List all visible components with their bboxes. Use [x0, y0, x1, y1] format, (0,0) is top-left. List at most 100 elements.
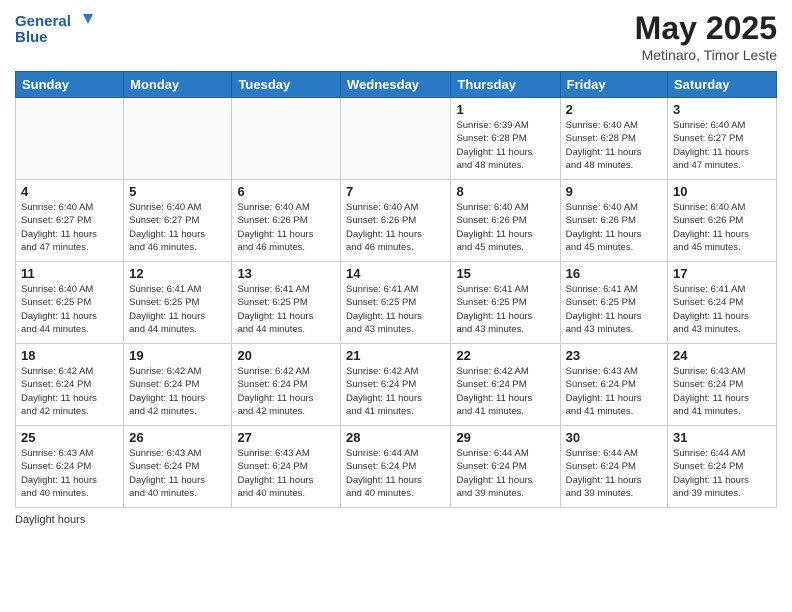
day-number: 14	[346, 266, 445, 281]
calendar-week-3: 11Sunrise: 6:40 AM Sunset: 6:25 PM Dayli…	[16, 262, 777, 344]
calendar-cell: 7 Sunrise: 6:40 AM Sunset: 6:26 PM Daylig…	[341, 180, 451, 262]
day-number: 6	[237, 184, 335, 199]
calendar-cell: 27Sunrise: 6:43 AM Sunset: 6:24 PM Dayli…	[232, 426, 341, 508]
day-info: Sunrise: 6:41 AM Sunset: 6:25 PM Dayligh…	[346, 283, 445, 336]
col-sunday: Sunday	[16, 72, 124, 98]
day-number: 19	[129, 348, 226, 363]
svg-text:General: General	[15, 13, 71, 30]
day-info: Sunrise: 6:43 AM Sunset: 6:24 PM Dayligh…	[129, 447, 226, 500]
day-info: Sunrise: 6:40 AM Sunset: 6:26 PM Dayligh…	[673, 201, 771, 254]
day-number: 4	[21, 184, 118, 199]
day-info: Sunrise: 6:42 AM Sunset: 6:24 PM Dayligh…	[129, 365, 226, 418]
day-info: Sunrise: 6:40 AM Sunset: 6:28 PM Dayligh…	[566, 119, 662, 172]
day-number: 12	[129, 266, 226, 281]
calendar-cell: 31 Sunrise: 6:44 AM Sunset: 6:24 PM Dayli…	[668, 426, 777, 508]
calendar-cell: 4Sunrise: 6:40 AM Sunset: 6:27 PM Daylig…	[16, 180, 124, 262]
day-info: Sunrise: 6:43 AM Sunset: 6:24 PM Dayligh…	[21, 447, 118, 500]
svg-text:Blue: Blue	[15, 29, 48, 46]
day-info: Sunrise: 6:41 AM Sunset: 6:25 PM Dayligh…	[129, 283, 226, 336]
main-title: May 2025	[635, 10, 777, 47]
day-info: Sunrise: 6:44 AM Sunset: 6:24 PM Dayligh…	[673, 447, 771, 500]
calendar-cell: 30 Sunrise: 6:44 AM Sunset: 6:24 PM Dayli…	[560, 426, 667, 508]
calendar-week-5: 25 Sunrise: 6:43 AM Sunset: 6:24 PM Dayli…	[16, 426, 777, 508]
calendar-cell: 18 Sunrise: 6:42 AM Sunset: 6:24 PM Dayli…	[16, 344, 124, 426]
col-thursday: Thursday	[451, 72, 560, 98]
day-info: Sunrise: 6:41 AM Sunset: 6:25 PM Dayligh…	[237, 283, 335, 336]
day-info: Sunrise: 6:42 AM Sunset: 6:24 PM Dayligh…	[456, 365, 554, 418]
day-info: Sunrise: 6:41 AM Sunset: 6:25 PM Dayligh…	[456, 283, 554, 336]
day-info: Sunrise: 6:40 AM Sunset: 6:27 PM Dayligh…	[673, 119, 771, 172]
calendar-header-row: Sunday Monday Tuesday Wednesday Thursday…	[16, 72, 777, 98]
logo: General Blue	[15, 10, 95, 52]
day-info: Sunrise: 6:40 AM Sunset: 6:26 PM Dayligh…	[346, 201, 445, 254]
day-info: Sunrise: 6:42 AM Sunset: 6:24 PM Dayligh…	[346, 365, 445, 418]
page: General Blue May 2025 Metinaro, Timor Le…	[0, 0, 792, 612]
day-info: Sunrise: 6:43 AM Sunset: 6:24 PM Dayligh…	[673, 365, 771, 418]
day-number: 18	[21, 348, 118, 363]
calendar-cell: 26 Sunrise: 6:43 AM Sunset: 6:24 PM Dayli…	[124, 426, 232, 508]
day-info: Sunrise: 6:44 AM Sunset: 6:24 PM Dayligh…	[456, 447, 554, 500]
col-tuesday: Tuesday	[232, 72, 341, 98]
day-info: Sunrise: 6:42 AM Sunset: 6:24 PM Dayligh…	[237, 365, 335, 418]
day-info: Sunrise: 6:40 AM Sunset: 6:26 PM Dayligh…	[237, 201, 335, 254]
day-number: 7	[346, 184, 445, 199]
calendar-week-4: 18 Sunrise: 6:42 AM Sunset: 6:24 PM Dayli…	[16, 344, 777, 426]
calendar-cell: 24Sunrise: 6:43 AM Sunset: 6:24 PM Dayli…	[668, 344, 777, 426]
day-number: 23	[566, 348, 662, 363]
title-block: May 2025 Metinaro, Timor Leste	[635, 10, 777, 63]
calendar-cell: 2 Sunrise: 6:40 AM Sunset: 6:28 PM Daylig…	[560, 98, 667, 180]
day-number: 29	[456, 430, 554, 445]
day-info: Sunrise: 6:42 AM Sunset: 6:24 PM Dayligh…	[21, 365, 118, 418]
day-number: 28	[346, 430, 445, 445]
col-friday: Friday	[560, 72, 667, 98]
day-info: Sunrise: 6:44 AM Sunset: 6:24 PM Dayligh…	[346, 447, 445, 500]
calendar-cell: 17Sunrise: 6:41 AM Sunset: 6:24 PM Dayli…	[668, 262, 777, 344]
calendar-week-2: 4 Sunrise: 6:40 AM Sunset: 6:27 PM Daylig…	[16, 180, 777, 262]
calendar: Sunday Monday Tuesday Wednesday Thursday…	[15, 71, 777, 508]
calendar-cell: 8Sunrise: 6:40 AM Sunset: 6:26 PM Daylig…	[451, 180, 560, 262]
day-info: Sunrise: 6:43 AM Sunset: 6:24 PM Dayligh…	[237, 447, 335, 500]
day-number: 10	[673, 184, 771, 199]
day-number: 1	[456, 102, 554, 117]
calendar-cell: 1 Sunrise: 6:39 AM Sunset: 6:28 PM Daylig…	[451, 98, 560, 180]
calendar-cell: 20 Sunrise: 6:42 AM Sunset: 6:24 PM Dayli…	[232, 344, 341, 426]
day-number: 21	[346, 348, 445, 363]
calendar-cell: 5Sunrise: 6:40 AM Sunset: 6:27 PM Daylig…	[124, 180, 232, 262]
day-number: 16	[566, 266, 662, 281]
calendar-cell: 22 Sunrise: 6:42 AM Sunset: 6:24 PM Dayli…	[451, 344, 560, 426]
day-number: 26	[129, 430, 226, 445]
subtitle: Metinaro, Timor Leste	[635, 47, 777, 63]
day-number: 13	[237, 266, 335, 281]
day-info: Sunrise: 6:40 AM Sunset: 6:27 PM Dayligh…	[129, 201, 226, 254]
day-number: 30	[566, 430, 662, 445]
day-number: 31	[673, 430, 771, 445]
day-number: 22	[456, 348, 554, 363]
header: General Blue May 2025 Metinaro, Timor Le…	[15, 10, 777, 63]
calendar-cell	[16, 98, 124, 180]
calendar-week-1: 1 Sunrise: 6:39 AM Sunset: 6:28 PM Daylig…	[16, 98, 777, 180]
day-info: Sunrise: 6:44 AM Sunset: 6:24 PM Dayligh…	[566, 447, 662, 500]
calendar-cell: 12 Sunrise: 6:41 AM Sunset: 6:25 PM Dayli…	[124, 262, 232, 344]
calendar-cell	[124, 98, 232, 180]
day-info: Sunrise: 6:41 AM Sunset: 6:24 PM Dayligh…	[673, 283, 771, 336]
calendar-cell: 10 Sunrise: 6:40 AM Sunset: 6:26 PM Dayli…	[668, 180, 777, 262]
day-number: 9	[566, 184, 662, 199]
calendar-cell: 25 Sunrise: 6:43 AM Sunset: 6:24 PM Dayli…	[16, 426, 124, 508]
calendar-cell	[341, 98, 451, 180]
day-number: 8	[456, 184, 554, 199]
day-number: 25	[21, 430, 118, 445]
calendar-cell: 13 Sunrise: 6:41 AM Sunset: 6:25 PM Dayli…	[232, 262, 341, 344]
calendar-cell: 19 Sunrise: 6:42 AM Sunset: 6:24 PM Dayli…	[124, 344, 232, 426]
day-info: Sunrise: 6:39 AM Sunset: 6:28 PM Dayligh…	[456, 119, 554, 172]
day-number: 3	[673, 102, 771, 117]
col-monday: Monday	[124, 72, 232, 98]
day-number: 15	[456, 266, 554, 281]
logo-svg: General Blue	[15, 10, 95, 52]
day-number: 20	[237, 348, 335, 363]
day-number: 2	[566, 102, 662, 117]
calendar-cell: 9Sunrise: 6:40 AM Sunset: 6:26 PM Daylig…	[560, 180, 667, 262]
calendar-cell: 6 Sunrise: 6:40 AM Sunset: 6:26 PM Daylig…	[232, 180, 341, 262]
calendar-cell: 16Sunrise: 6:41 AM Sunset: 6:25 PM Dayli…	[560, 262, 667, 344]
col-wednesday: Wednesday	[341, 72, 451, 98]
day-info: Sunrise: 6:40 AM Sunset: 6:25 PM Dayligh…	[21, 283, 118, 336]
